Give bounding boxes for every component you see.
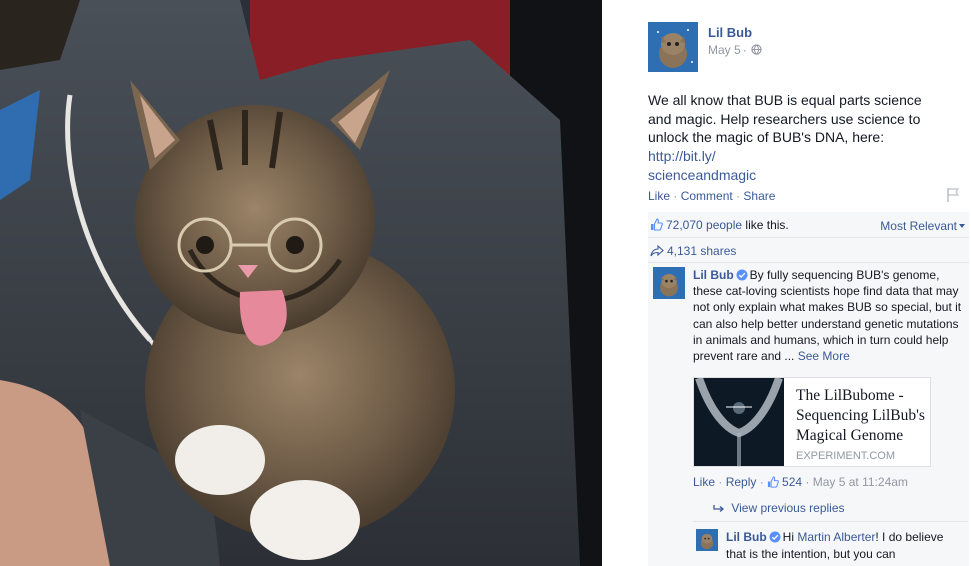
verified-badge-icon bbox=[736, 269, 748, 281]
like-action[interactable]: Like bbox=[648, 189, 670, 203]
post-link[interactable]: http://bit.ly/scienceandmagic bbox=[648, 148, 756, 183]
page-avatar[interactable] bbox=[648, 22, 698, 72]
comment-like-action[interactable]: Like bbox=[693, 475, 715, 489]
action-separator: · bbox=[715, 475, 726, 489]
reply-author-link[interactable]: Lil Bub bbox=[726, 530, 767, 544]
comment-body: Lil Bub By fully sequencing BUB's genome,… bbox=[693, 267, 963, 364]
like-thumb-icon bbox=[651, 218, 663, 231]
comment-action[interactable]: Comment bbox=[681, 189, 733, 203]
comment-actions: Like · Reply · 524 · May 5 at 11:24am bbox=[693, 475, 908, 489]
likes-suffix: like this. bbox=[742, 218, 789, 232]
link-preview-domain: EXPERIMENT.COM bbox=[796, 450, 896, 462]
post-actions: Like · Comment · Share bbox=[648, 189, 775, 203]
link-preview-title: The LilBubome - Sequencing LilBub's Magi… bbox=[796, 387, 925, 444]
sort-dropdown[interactable]: Most Relevant bbox=[880, 219, 965, 233]
post-link-part2: scienceandmagic bbox=[648, 166, 757, 183]
reply-body: Lil Bub Hi Martin Alberter! I do believe … bbox=[726, 529, 966, 562]
likes-summary: 72,070 people like this. bbox=[650, 218, 789, 232]
post-photo[interactable] bbox=[0, 0, 602, 566]
post-link-part1: http://bit.ly/ bbox=[648, 148, 716, 165]
shares-row: 4,131 shares bbox=[648, 238, 969, 263]
post-meta: May 5 · bbox=[708, 43, 762, 57]
post-side-panel: Lil Bub May 5 · We all know that BUB is e… bbox=[628, 0, 971, 566]
shares-count: 4,131 shares bbox=[667, 244, 737, 258]
likes-count-link[interactable]: 72,070 people bbox=[666, 218, 742, 232]
globe-icon[interactable] bbox=[751, 44, 762, 55]
comment-author-link[interactable]: Lil Bub bbox=[693, 268, 734, 282]
feedback-section: 72,070 people like this. Most Relevant 4… bbox=[648, 212, 969, 566]
xray-thumbnail-icon bbox=[694, 378, 784, 466]
chevron-down-icon bbox=[959, 224, 965, 228]
comment-like-count[interactable]: 524 bbox=[782, 475, 802, 489]
action-separator: · bbox=[802, 475, 813, 489]
see-more-link[interactable]: See More bbox=[798, 349, 850, 363]
cat-avatar-icon bbox=[653, 267, 685, 299]
cat-avatar-icon bbox=[648, 22, 698, 72]
reply-divider bbox=[693, 521, 968, 522]
reply-arrow-icon bbox=[713, 505, 725, 512]
like-thumb-icon bbox=[767, 476, 779, 488]
shares-link[interactable]: 4,131 shares bbox=[650, 244, 736, 258]
cat-photo-illustration bbox=[0, 0, 602, 566]
verified-badge-icon bbox=[769, 531, 781, 543]
comment-reply-action[interactable]: Reply bbox=[726, 475, 757, 489]
post-body-text: We all know that BUB is equal parts scie… bbox=[648, 92, 922, 146]
reply-mention-link[interactable]: Martin Alberter bbox=[797, 530, 875, 544]
meta-separator: · bbox=[742, 43, 747, 57]
sort-label: Most Relevant bbox=[880, 219, 957, 233]
comment-timestamp[interactable]: May 5 at 11:24am bbox=[813, 475, 908, 489]
post-message: We all know that BUB is equal parts scie… bbox=[648, 91, 948, 185]
post-date-link[interactable]: May 5 bbox=[708, 43, 741, 57]
action-separator: · bbox=[673, 189, 681, 203]
link-preview-card[interactable]: The LilBubome - Sequencing LilBub's Magi… bbox=[693, 377, 931, 467]
page-name-link[interactable]: Lil Bub bbox=[708, 25, 752, 40]
panel-divider bbox=[602, 0, 628, 566]
flag-icon[interactable] bbox=[946, 187, 960, 203]
commenter-avatar[interactable] bbox=[653, 267, 685, 299]
share-arrow-icon bbox=[650, 245, 664, 257]
share-action[interactable]: Share bbox=[743, 189, 775, 203]
reply-greeting: Hi bbox=[782, 530, 798, 544]
cat-avatar-icon bbox=[696, 529, 718, 551]
action-separator: · bbox=[756, 475, 768, 489]
link-preview-image bbox=[694, 378, 784, 466]
reply-author-avatar[interactable] bbox=[696, 529, 718, 551]
likes-row: 72,070 people like this. Most Relevant bbox=[648, 212, 969, 238]
view-previous-replies[interactable]: View previous replies bbox=[713, 501, 845, 515]
view-previous-label: View previous replies bbox=[731, 501, 845, 515]
